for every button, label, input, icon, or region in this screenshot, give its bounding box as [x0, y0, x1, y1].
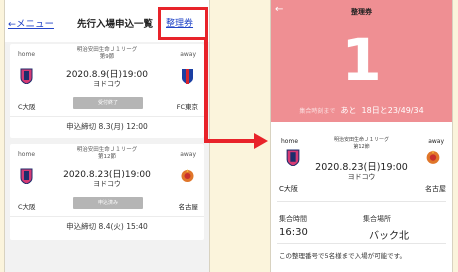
- admission-notice: この整理番号で5名様まで入場が可能です。: [279, 252, 406, 260]
- home-team: C大阪: [18, 203, 36, 211]
- countdown-label: 集合時刻まで: [299, 108, 336, 115]
- list-header: ←メニュー 先行入場申込一覧 整理券: [5, 0, 209, 43]
- divider: [277, 201, 446, 202]
- away-team: FC東京: [176, 103, 198, 111]
- match-card[interactable]: home away 明治安田生命Ｊ１リーグ 第12節 2020.8.23(日)1…: [10, 144, 204, 240]
- arrow-head-icon: [254, 133, 268, 149]
- home-team: C大阪: [18, 103, 36, 111]
- connector-line: [204, 139, 258, 143]
- away-team: 名古屋: [425, 185, 446, 193]
- countdown-prefix: あと: [340, 106, 357, 115]
- match-venue: ヨドコウ: [93, 80, 121, 88]
- match-datetime: 2020.8.23(日)19:00: [315, 162, 408, 173]
- status-applied-button: 申込済み: [73, 197, 143, 209]
- countdown: 集合時刻まで あと 18日と23/49/34: [271, 98, 452, 117]
- connector-line: [204, 40, 208, 143]
- fc-tokyo-crest-icon: [182, 69, 193, 84]
- divider: [277, 243, 446, 244]
- ticket-number: 1: [341, 26, 382, 94]
- home-team: C大阪: [279, 185, 298, 193]
- ticket-number-panel: ← 整理券 1 集合時刻まで あと 18日と23/49/34: [271, 0, 452, 122]
- back-to-menu-link[interactable]: ←メニュー: [8, 16, 54, 30]
- away-team: 名古屋: [178, 203, 199, 211]
- application-deadline: 申込締切 8.3(月) 12:00: [10, 116, 204, 137]
- assembly-time-label: 集合時間: [279, 215, 307, 223]
- assembly-place: バック北: [369, 231, 409, 242]
- countdown-value: 18日と23/49/34: [361, 106, 424, 115]
- assembly-place-label: 集合場所: [363, 215, 391, 223]
- page-title: 先行入場申込一覧: [77, 19, 154, 30]
- ticket-link-highlight: 整理券: [158, 7, 208, 40]
- nagoya-crest-icon: [426, 150, 440, 164]
- match-venue: ヨドコウ: [93, 180, 121, 188]
- ticket-link[interactable]: 整理券: [166, 16, 193, 29]
- nagoya-crest-icon: [181, 169, 194, 182]
- league-name: 明治安田生命Ｊ１リーグ 第9節: [76, 47, 138, 60]
- application-deadline: 申込締切 8.4(火) 15:40: [10, 216, 204, 237]
- match-venue: ヨドコウ: [347, 173, 376, 181]
- ticket-screen: ← 整理券 1 集合時刻まで あと 18日と23/49/34 home away…: [270, 0, 453, 272]
- league-name: 明治安田生命Ｊ１リーグ 第12節: [76, 147, 138, 160]
- ticket-details: home away 明治安田生命Ｊ１リーグ 第12節 2020.8.23(日)1…: [271, 122, 452, 272]
- match-card[interactable]: home away 明治安田生命Ｊ１リーグ 第9節 2020.8.9(日)19:…: [10, 44, 204, 138]
- match-list: home away 明治安田生命Ｊ１リーグ 第9節 2020.8.9(日)19:…: [5, 42, 209, 272]
- assembly-time: 16:30: [279, 227, 308, 238]
- ticket-title: 整理券: [351, 8, 372, 16]
- match-list-screen: ←メニュー 先行入場申込一覧 整理券 home away 明治安田生命Ｊ１リーグ…: [4, 0, 210, 272]
- status-closed-button: 受付終了: [73, 97, 143, 109]
